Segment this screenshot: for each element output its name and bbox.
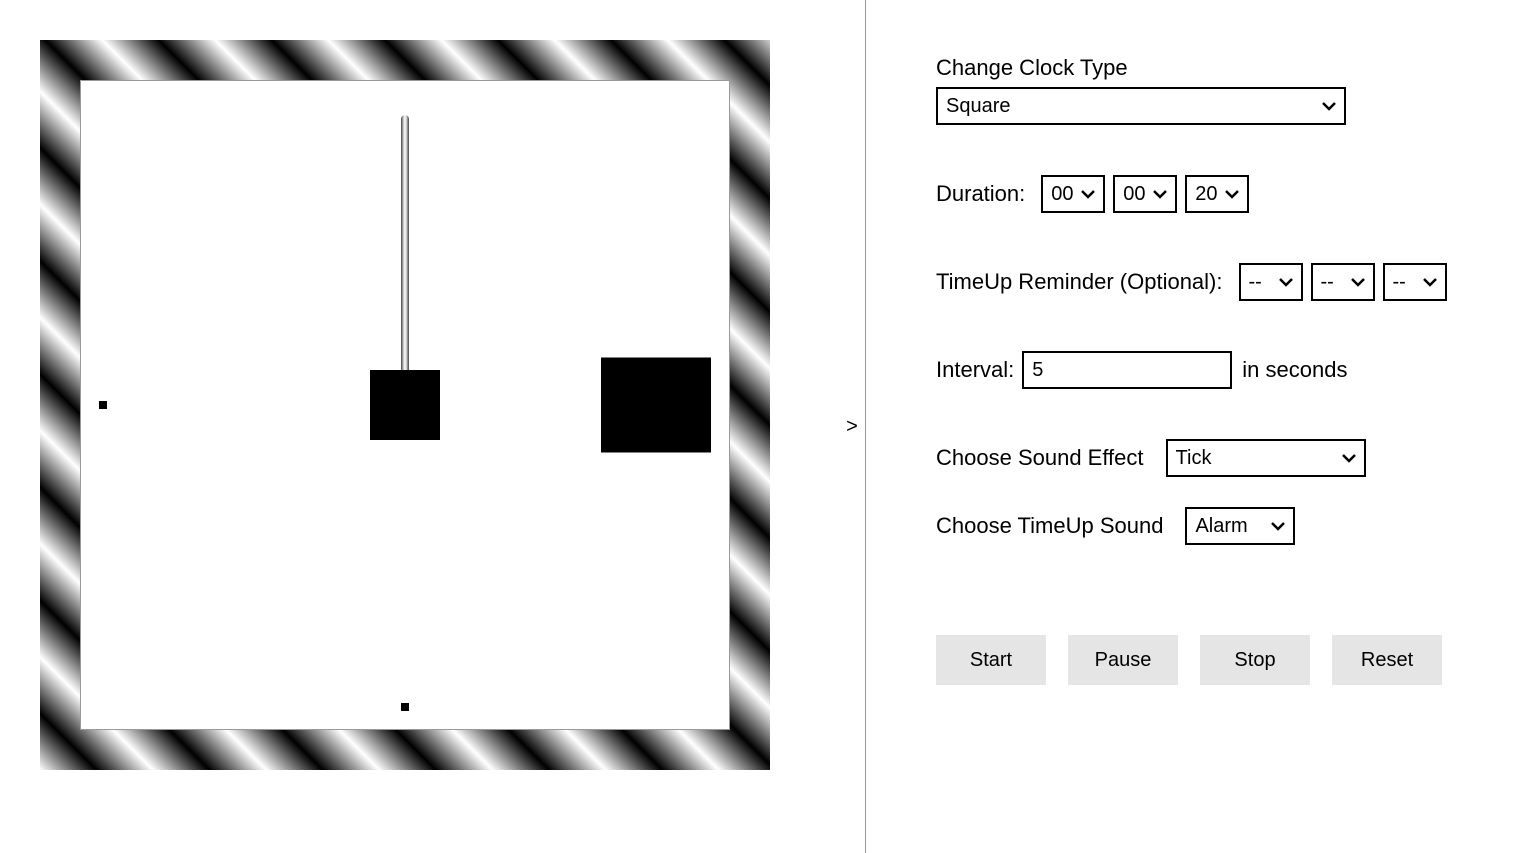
stop-button[interactable]: Stop <box>1200 635 1310 685</box>
clock-type-select[interactable]: Square <box>936 87 1346 125</box>
app-root: > Change Clock Type Square Duration: 00 … <box>0 0 1520 853</box>
reset-button[interactable]: Reset <box>1332 635 1442 685</box>
interval-label: Interval: <box>936 357 1014 383</box>
duration-hours-select[interactable]: 00 <box>1041 175 1105 213</box>
timeup-sound-label: Choose TimeUp Sound <box>936 513 1163 539</box>
timeup-reminder-block: TimeUp Reminder (Optional): -- -- -- <box>936 263 1480 301</box>
timeup-minutes-select[interactable]: -- <box>1311 263 1375 301</box>
action-buttons: Start Pause Stop Reset <box>936 635 1480 685</box>
timeup-seconds-select[interactable]: -- <box>1383 263 1447 301</box>
clock-tick-left <box>99 401 107 409</box>
interval-input[interactable] <box>1022 351 1232 389</box>
clock-tick-bottom <box>401 703 409 711</box>
clock-panel <box>0 0 865 853</box>
sound-effect-block: Choose Sound Effect Tick <box>936 439 1480 477</box>
settings-panel: Change Clock Type Square Duration: 00 00… <box>866 0 1520 853</box>
timeup-sound-select[interactable]: Alarm <box>1185 507 1295 545</box>
sound-effect-label: Choose Sound Effect <box>936 445 1144 471</box>
clock-hub <box>370 370 440 440</box>
panel-divider: > <box>865 0 866 853</box>
collapse-panel-button[interactable]: > <box>841 415 863 438</box>
sound-effect-select[interactable]: Tick <box>1166 439 1366 477</box>
timeup-hours-select[interactable]: -- <box>1239 263 1303 301</box>
pause-button[interactable]: Pause <box>1068 635 1178 685</box>
clock-tick-right <box>601 358 711 453</box>
duration-seconds-select[interactable]: 20 <box>1185 175 1249 213</box>
timeup-sound-block: Choose TimeUp Sound Alarm <box>936 507 1480 545</box>
duration-label: Duration: <box>936 181 1025 207</box>
clock-type-block: Change Clock Type Square <box>936 55 1480 125</box>
start-button[interactable]: Start <box>936 635 1046 685</box>
clock-frame <box>40 40 770 770</box>
interval-unit-label: in seconds <box>1242 357 1347 383</box>
duration-minutes-select[interactable]: 00 <box>1113 175 1177 213</box>
timeup-reminder-label: TimeUp Reminder (Optional): <box>936 269 1223 295</box>
clock-face <box>80 80 730 730</box>
clock-type-label: Change Clock Type <box>936 55 1480 81</box>
interval-block: Interval: in seconds <box>936 351 1480 389</box>
duration-block: Duration: 00 00 20 <box>936 175 1480 213</box>
